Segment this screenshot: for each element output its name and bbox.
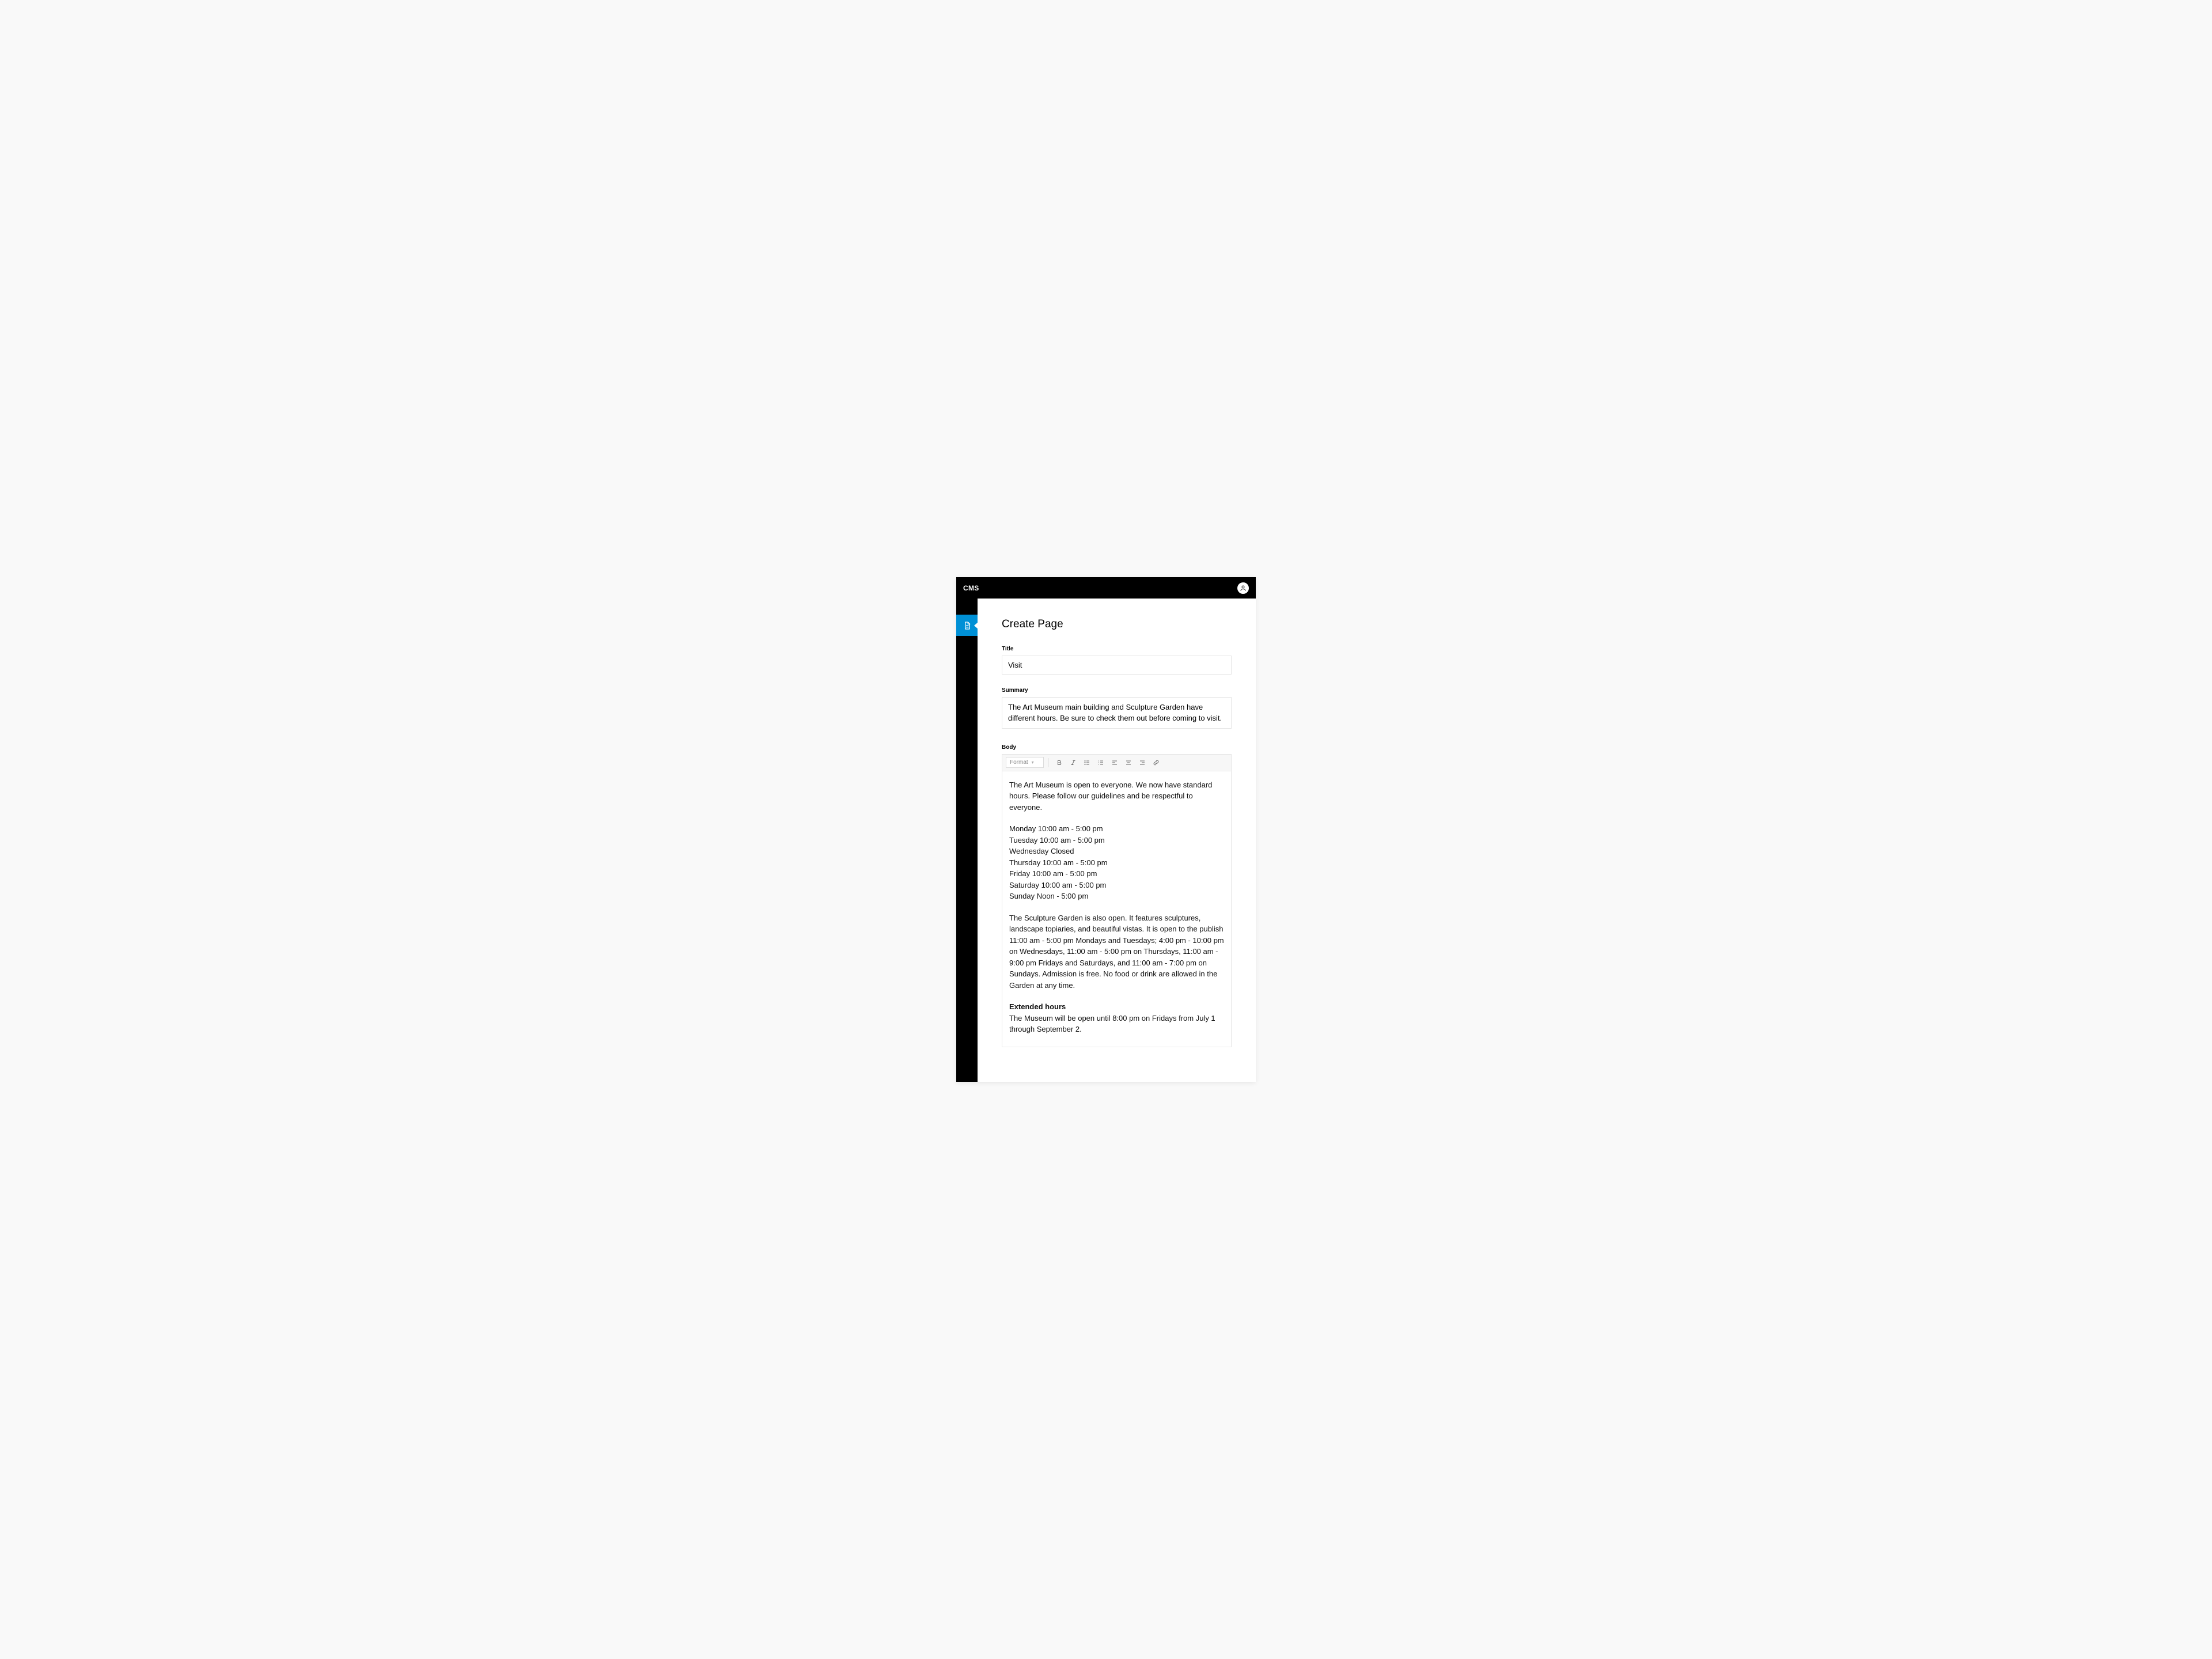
shell: Create Page Title Summary Body Format xyxy=(956,599,1256,1081)
summary-input[interactable] xyxy=(1002,697,1232,728)
align-left-button[interactable] xyxy=(1109,757,1120,768)
field-body: Body Format ▾ xyxy=(1002,744,1232,1047)
chevron-down-icon: ▾ xyxy=(1032,760,1034,765)
body-paragraph: The Sculpture Garden is also open. It fe… xyxy=(1009,912,1224,991)
body-paragraph: The Museum will be open until 8:00 pm on… xyxy=(1009,1013,1224,1035)
sidebar-item-pages[interactable] xyxy=(956,615,978,636)
user-icon xyxy=(1240,585,1247,592)
bold-icon xyxy=(1056,759,1063,766)
link-button[interactable] xyxy=(1150,757,1162,768)
field-summary: Summary xyxy=(1002,687,1232,731)
blank-line xyxy=(1009,991,1224,1001)
hours-line: Friday 10:00 am - 5:00 pm xyxy=(1009,868,1224,880)
align-center-icon xyxy=(1125,759,1132,766)
align-left-icon xyxy=(1111,759,1118,766)
app-window: CMS Create Page Title S xyxy=(956,577,1256,1081)
page-title: Create Page xyxy=(1002,618,1232,631)
hours-line: Tuesday 10:00 am - 5:00 pm xyxy=(1009,835,1224,846)
editor-toolbar: Format ▾ xyxy=(1002,755,1231,771)
blank-line xyxy=(1009,902,1224,912)
bold-button[interactable] xyxy=(1054,757,1065,768)
rich-editor: Format ▾ xyxy=(1002,754,1232,1047)
body-label: Body xyxy=(1002,744,1232,751)
align-right-button[interactable] xyxy=(1137,757,1148,768)
align-right-icon xyxy=(1139,759,1146,766)
italic-button[interactable] xyxy=(1067,757,1079,768)
bullet-list-icon xyxy=(1084,759,1090,766)
brand: CMS xyxy=(963,584,979,592)
hours-line: Sunday Noon - 5:00 pm xyxy=(1009,891,1224,902)
link-icon xyxy=(1153,759,1160,766)
bullet-list-button[interactable] xyxy=(1081,757,1093,768)
numbered-list-icon xyxy=(1097,759,1104,766)
main-panel: Create Page Title Summary Body Format xyxy=(978,599,1256,1081)
italic-icon xyxy=(1070,759,1077,766)
hours-line: Monday 10:00 am - 5:00 pm xyxy=(1009,823,1224,835)
user-avatar[interactable] xyxy=(1237,582,1249,594)
topbar: CMS xyxy=(956,577,1256,599)
document-icon xyxy=(963,621,972,630)
format-dropdown-label: Format xyxy=(1010,759,1028,766)
align-center-button[interactable] xyxy=(1123,757,1134,768)
summary-label: Summary xyxy=(1002,687,1232,694)
extended-hours-heading: Extended hours xyxy=(1009,1001,1224,1013)
format-dropdown[interactable]: Format ▾ xyxy=(1006,757,1044,768)
body-editor[interactable]: The Art Museum is open to everyone. We n… xyxy=(1002,771,1231,1047)
hours-line: Thursday 10:00 am - 5:00 pm xyxy=(1009,857,1224,869)
toolbar-separator xyxy=(1048,758,1049,767)
hours-line: Wednesday Closed xyxy=(1009,846,1224,857)
body-paragraph: The Art Museum is open to everyone. We n… xyxy=(1009,779,1224,813)
title-label: Title xyxy=(1002,646,1232,652)
field-title: Title xyxy=(1002,646,1232,675)
blank-line xyxy=(1009,813,1224,823)
title-input[interactable] xyxy=(1002,656,1232,675)
hours-line: Saturday 10:00 am - 5:00 pm xyxy=(1009,880,1224,891)
sidebar xyxy=(956,599,978,1081)
numbered-list-button[interactable] xyxy=(1095,757,1107,768)
